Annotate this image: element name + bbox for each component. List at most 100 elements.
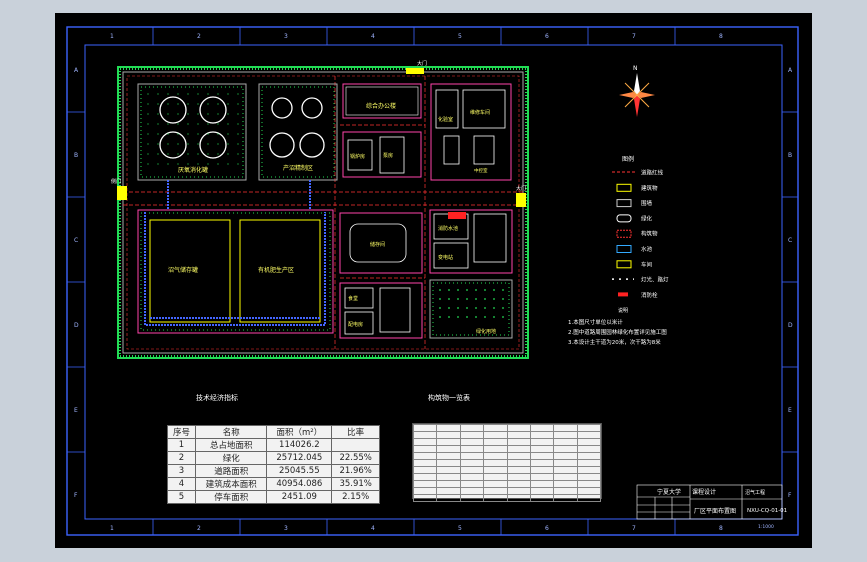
label-fertilizer: 有机肥生产区 (258, 266, 294, 274)
cell (553, 487, 578, 495)
cell (412, 466, 438, 474)
cell (412, 424, 438, 432)
cell: 114026.2 (266, 438, 333, 452)
grid-row-label: F (788, 492, 792, 499)
cell: 建筑成本面积 (195, 477, 268, 491)
tech-header-cell: 比率 (331, 425, 380, 439)
cell (506, 431, 531, 439)
grid-col-label: 7 (632, 33, 636, 40)
cell (436, 466, 461, 474)
legend-symbol (616, 260, 632, 269)
cell (483, 459, 508, 467)
cell (529, 487, 555, 495)
table-row: 5 停车面积 2451.09 2.15% (166, 490, 380, 504)
note-3: 3.本设计主干道为20米，次干路为8米 (568, 338, 661, 346)
cell (412, 431, 438, 439)
cell: 2451.09 (266, 490, 333, 504)
cell (553, 473, 578, 481)
label-control: 中控室 (474, 167, 488, 174)
cell: 4 (166, 477, 197, 491)
legend-label: 建筑物 (641, 184, 658, 192)
cell (459, 473, 485, 481)
cad-viewport[interactable]: 1122334455667788AABBCCDDEEFF 厌氧消化罐 产沼精制区… (55, 13, 812, 548)
legend-title: 图例 (622, 155, 634, 163)
cell: 3 (166, 464, 197, 478)
table-row (412, 424, 602, 432)
gate-north-label: 大门 (417, 60, 427, 67)
tech-table-title: 技术经济指标 (196, 393, 238, 402)
cell (576, 466, 602, 474)
cell (553, 466, 578, 474)
grid-col-label: 3 (284, 33, 288, 40)
cell (459, 445, 485, 453)
cell (553, 438, 578, 446)
label-anaerobic: 厌氧消化罐 (178, 166, 208, 174)
cell (506, 438, 531, 446)
cell (459, 487, 485, 495)
school-name: 宁夏大学 (657, 488, 681, 496)
note-2: 2.图中道路周围园林绿化布置详见施工图 (568, 328, 667, 336)
cell (506, 424, 531, 432)
legend-symbol (616, 245, 632, 253)
grid-row-label: E (74, 407, 78, 414)
table-row (412, 480, 602, 488)
cell (576, 452, 602, 460)
cell (576, 424, 602, 432)
cell (483, 438, 508, 446)
gate-north (406, 68, 424, 74)
cell (436, 431, 461, 439)
cell: 2 (166, 451, 197, 465)
table-row: 1 总占地面积 114026.2 (166, 438, 380, 452)
legend-item: 绿化 (616, 214, 653, 223)
gate-east (516, 193, 526, 207)
course-name: 课程设计 (692, 488, 716, 496)
table-row: 4 建筑成本面积 40954.086 35.91% (166, 477, 380, 491)
north-arrow-icon (619, 73, 655, 117)
grid-col-label: 7 (632, 525, 636, 532)
cell (483, 494, 508, 502)
legend-item: 消防栓 (618, 291, 658, 299)
project-name: 沼气工程 (745, 489, 765, 496)
cell (459, 424, 485, 432)
table-row (412, 459, 602, 467)
cell (576, 459, 602, 467)
gate-west-label: 侧门 (111, 178, 121, 185)
cell (553, 494, 578, 502)
label-storage-tank: 沼气储存罐 (168, 266, 198, 274)
cell (436, 445, 461, 453)
legend-label: 灯光、路灯 (641, 276, 669, 284)
legend-item: 灯光、路灯 (612, 276, 669, 284)
legend-symbol (616, 183, 632, 192)
legend-label: 道路红线 (641, 169, 664, 177)
cell (553, 480, 578, 488)
cell (459, 494, 485, 502)
cell (412, 494, 438, 502)
table-row: 3 道路面积 25045.55 21.96% (166, 464, 380, 478)
equip-table (412, 423, 602, 502)
cell (459, 480, 485, 488)
table-row (412, 431, 602, 439)
cell (436, 487, 461, 495)
cell (506, 473, 531, 481)
grid-row-label: B (788, 152, 792, 159)
cell (412, 480, 438, 488)
tech-header-row: 序号 名称 面积（m²） 比率 (166, 425, 380, 439)
cell: 总占地面积 (195, 438, 268, 452)
grid-row-label: D (788, 322, 793, 329)
legend-symbol (616, 199, 632, 208)
cell: 1 (166, 438, 197, 452)
cell (529, 480, 555, 488)
cell (412, 473, 438, 481)
cell (576, 494, 602, 502)
legend-item: 围墙 (616, 199, 653, 208)
table-row (412, 438, 602, 446)
grid-row-label: F (74, 492, 78, 499)
cell (459, 452, 485, 460)
grid-row-label: A (74, 67, 79, 74)
cell (529, 466, 555, 474)
table-row (412, 487, 602, 495)
cell (576, 438, 602, 446)
grid-row-label: E (788, 407, 792, 414)
cell (483, 473, 508, 481)
legend-label: 车间 (641, 260, 652, 268)
